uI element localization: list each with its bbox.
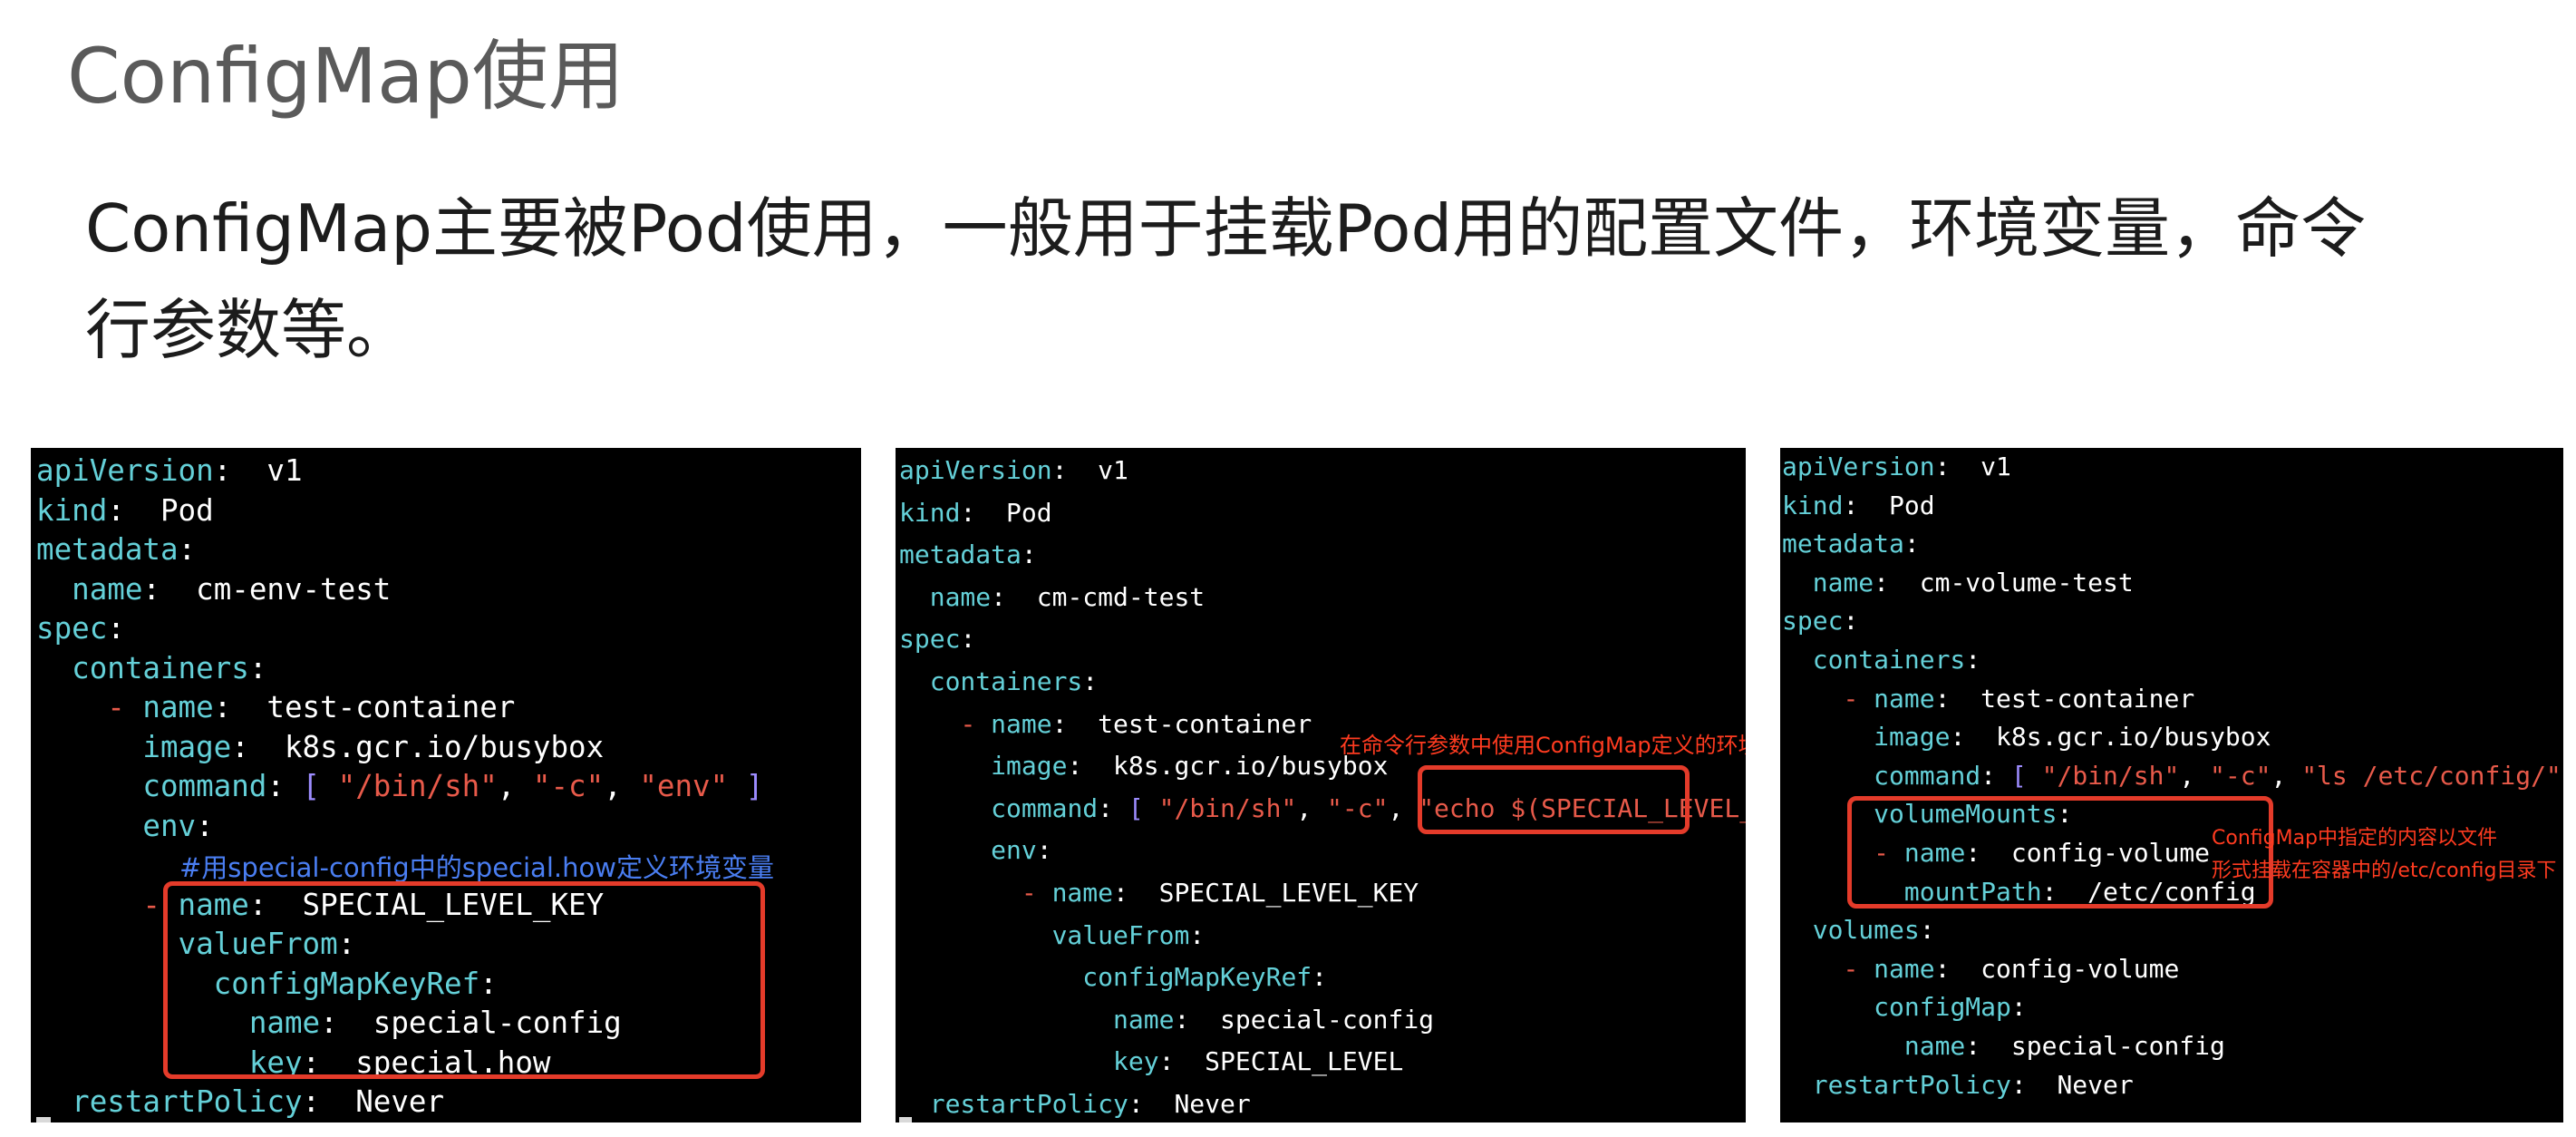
env-highlight-box [163,881,765,1079]
yaml-panel-env: apiVersion: v1 kind: Pod metadata: name: c… [31,448,861,1122]
cmd-highlight-box [1418,765,1690,834]
yaml-panel-cmd: apiVersion: v1 kind: Pod metadata: name: c… [896,448,1746,1122]
page-description: ConfigMap主要被Pod使用，一般用于挂载Pod用的配置文件，环境变量，命… [85,178,2478,381]
env-comment: #用special-config中的special.how定义环境变量 [179,852,774,883]
terminal-cursor [36,1117,51,1122]
cmd-annotation: 在命令行参数中使用ConfigMap定义的环境变量 [1340,733,1746,758]
description-line-1: ConfigMap主要被Pod使用，一般用于挂载Pod用的配置文件，环境变量，命… [85,190,2367,267]
volume-annotation-line-2: 形式挂载在容器中的/etc/config目录下 [2212,860,2557,882]
yaml-code-volume: apiVersion: v1 kind: Pod metadata: name: c… [1782,452,2561,1100]
volume-annotation-line-1: ConfigMap中指定的内容以文件 [2212,827,2498,850]
page-title: ConfigMap使用 [67,32,625,121]
yaml-panel-volume: apiVersion: v1 kind: Pod metadata: name: c… [1780,448,2563,1122]
description-line-2: 行参数等。 [85,292,412,368]
terminal-cursor [899,1117,912,1122]
volume-highlight-box [1847,796,2273,909]
